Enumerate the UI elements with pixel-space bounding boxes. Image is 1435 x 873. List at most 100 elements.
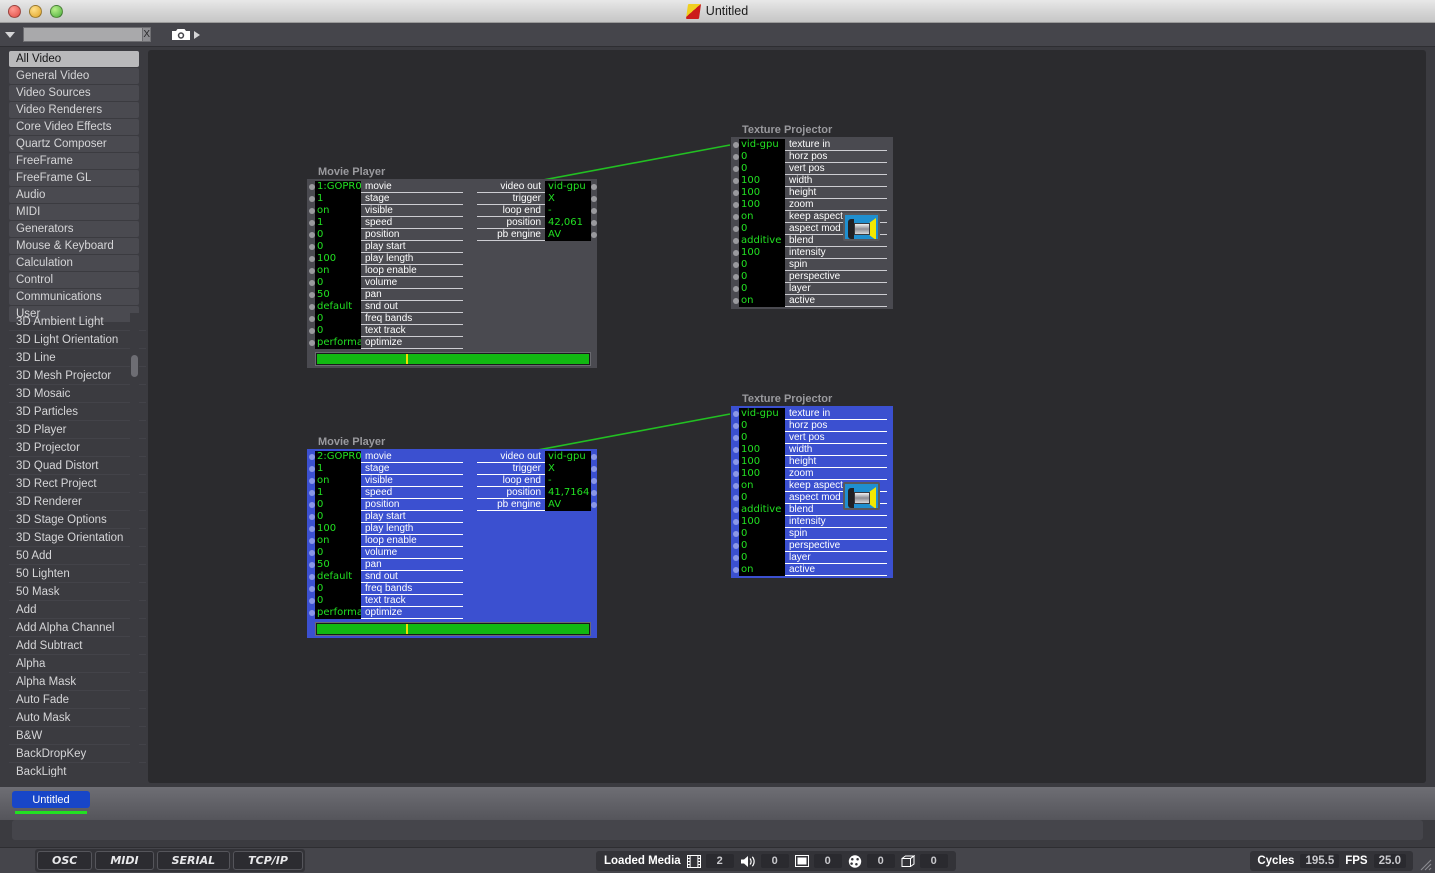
node-param-value[interactable]: 42,061 bbox=[545, 217, 591, 229]
input-port[interactable] bbox=[733, 435, 739, 441]
node-param-value[interactable]: default bbox=[315, 301, 361, 313]
sidebar-category-calculation[interactable]: Calculation bbox=[9, 255, 139, 271]
node-param-value[interactable]: vid-gpu bbox=[545, 451, 591, 463]
node-param-row[interactable]: on loop enable bbox=[309, 535, 463, 547]
node-param-value[interactable]: on bbox=[739, 295, 785, 307]
sidebar-category-generators[interactable]: Generators bbox=[9, 221, 139, 237]
node-param-value[interactable]: 1 bbox=[315, 193, 361, 205]
node-param-value[interactable]: 100 bbox=[739, 516, 785, 528]
input-port[interactable] bbox=[309, 232, 315, 238]
node-param-row[interactable]: 0 volume bbox=[309, 277, 463, 289]
node-param-row[interactable]: default snd out bbox=[309, 301, 463, 313]
library-item[interactable]: 50 Mask bbox=[9, 583, 146, 601]
node-param-value[interactable]: 100 bbox=[315, 523, 361, 535]
input-port[interactable] bbox=[733, 507, 739, 513]
search-field[interactable]: X bbox=[6, 27, 151, 42]
node-param-row[interactable]: 0 volume bbox=[309, 547, 463, 559]
node-list-scroll-thumb[interactable] bbox=[131, 355, 138, 377]
input-port[interactable] bbox=[309, 244, 315, 250]
node-param-row[interactable]: vid-gpu video out bbox=[477, 451, 597, 463]
protocol-button-serial[interactable]: SERIAL bbox=[156, 851, 231, 870]
node-param-row[interactable]: 0 layer bbox=[733, 552, 887, 564]
library-item[interactable]: BackDropKey bbox=[9, 745, 146, 763]
node-movie-player-1[interactable]: Movie Player 1:GOPR0 movie 1 stage on visible 1… bbox=[307, 166, 597, 368]
library-item[interactable]: 3D Particles bbox=[9, 403, 146, 421]
node-param-row[interactable]: AV pb engine bbox=[477, 229, 597, 241]
input-port[interactable] bbox=[309, 280, 315, 286]
input-port[interactable] bbox=[309, 502, 315, 508]
node-param-value[interactable]: 100 bbox=[315, 253, 361, 265]
node-param-value[interactable]: 1 bbox=[315, 217, 361, 229]
output-port[interactable] bbox=[591, 208, 597, 214]
node-param-row[interactable]: 0 position bbox=[309, 499, 463, 511]
node-body[interactable]: 2:GOPR0 movie 1 stage on visible 1 speed 0 positi… bbox=[307, 449, 597, 638]
node-param-row[interactable]: vid-gpu texture in bbox=[733, 408, 887, 420]
input-port[interactable] bbox=[733, 190, 739, 196]
input-port[interactable] bbox=[309, 586, 315, 592]
library-item[interactable]: 3D Mosaic bbox=[9, 385, 146, 403]
library-item[interactable]: 3D Rect Project bbox=[9, 475, 146, 493]
input-port[interactable] bbox=[309, 304, 315, 310]
node-param-row[interactable]: 1 stage bbox=[309, 463, 463, 475]
node-param-row[interactable]: 2:GOPR0 movie bbox=[309, 451, 463, 463]
input-port[interactable] bbox=[309, 466, 315, 472]
protocol-button-osc[interactable]: OSC bbox=[37, 851, 93, 870]
input-port[interactable] bbox=[733, 531, 739, 537]
node-param-row[interactable]: 0 perspective bbox=[733, 271, 887, 283]
library-item[interactable]: 3D Line bbox=[9, 349, 146, 367]
node-param-value[interactable]: 100 bbox=[739, 187, 785, 199]
node-param-value[interactable]: 0 bbox=[315, 583, 361, 595]
sidebar-category-general-video[interactable]: General Video bbox=[9, 68, 139, 84]
node-param-value[interactable]: 1 bbox=[315, 463, 361, 475]
input-port[interactable] bbox=[309, 268, 315, 274]
node-param-value[interactable]: 0 bbox=[739, 420, 785, 432]
input-port[interactable] bbox=[309, 454, 315, 460]
input-port[interactable] bbox=[733, 447, 739, 453]
node-param-value[interactable]: 0 bbox=[739, 163, 785, 175]
library-item[interactable]: B&W bbox=[9, 727, 146, 745]
output-port[interactable] bbox=[591, 232, 597, 238]
node-param-row[interactable]: 0 text track bbox=[309, 325, 463, 337]
input-port[interactable] bbox=[733, 202, 739, 208]
node-param-row[interactable]: Xtrigger bbox=[477, 193, 597, 205]
node-param-row[interactable]: 100 play length bbox=[309, 253, 463, 265]
input-port[interactable] bbox=[309, 562, 315, 568]
node-param-row[interactable]: performa optimize bbox=[309, 337, 463, 349]
output-port[interactable] bbox=[591, 196, 597, 202]
library-item[interactable]: Alpha Mask bbox=[9, 673, 146, 691]
node-param-value[interactable]: 0 bbox=[315, 595, 361, 607]
node-param-value[interactable]: 0 bbox=[739, 552, 785, 564]
input-port[interactable] bbox=[309, 256, 315, 262]
input-port[interactable] bbox=[309, 610, 315, 616]
minimize-button[interactable] bbox=[29, 5, 42, 18]
node-param-value[interactable]: 0 bbox=[739, 432, 785, 444]
node-param-value[interactable]: vid-gpu bbox=[739, 408, 785, 420]
node-param-value[interactable]: 0 bbox=[739, 259, 785, 271]
node-param-value[interactable]: X bbox=[545, 463, 591, 475]
library-item[interactable]: 3D Stage Orientation bbox=[9, 529, 146, 547]
node-list-scrollbar[interactable] bbox=[130, 313, 139, 777]
library-item[interactable]: 3D Projector bbox=[9, 439, 146, 457]
close-button[interactable] bbox=[8, 5, 21, 18]
node-param-row[interactable]: performa optimize bbox=[309, 607, 463, 619]
input-port[interactable] bbox=[733, 226, 739, 232]
node-param-value[interactable]: - bbox=[545, 475, 591, 487]
node-param-row[interactable]: 100 width bbox=[733, 175, 887, 187]
node-param-value[interactable]: performa bbox=[315, 607, 361, 619]
input-port[interactable] bbox=[309, 184, 315, 190]
library-item[interactable]: 3D Mesh Projector bbox=[9, 367, 146, 385]
node-param-row[interactable]: on visible bbox=[309, 475, 463, 487]
library-item[interactable]: Add bbox=[9, 601, 146, 619]
node-param-value[interactable]: 100 bbox=[739, 199, 785, 211]
library-item[interactable]: 3D Renderer bbox=[9, 493, 146, 511]
node-param-value[interactable]: 50 bbox=[315, 559, 361, 571]
output-port[interactable] bbox=[591, 466, 597, 472]
output-port[interactable] bbox=[591, 454, 597, 460]
input-port[interactable] bbox=[309, 598, 315, 604]
input-port[interactable] bbox=[733, 142, 739, 148]
input-port[interactable] bbox=[309, 316, 315, 322]
node-param-row[interactable]: 1 speed bbox=[309, 487, 463, 499]
node-param-row[interactable]: 0 freq bands bbox=[309, 583, 463, 595]
node-param-row[interactable]: on active bbox=[733, 295, 887, 307]
sidebar-category-freeframe[interactable]: FreeFrame bbox=[9, 153, 139, 169]
